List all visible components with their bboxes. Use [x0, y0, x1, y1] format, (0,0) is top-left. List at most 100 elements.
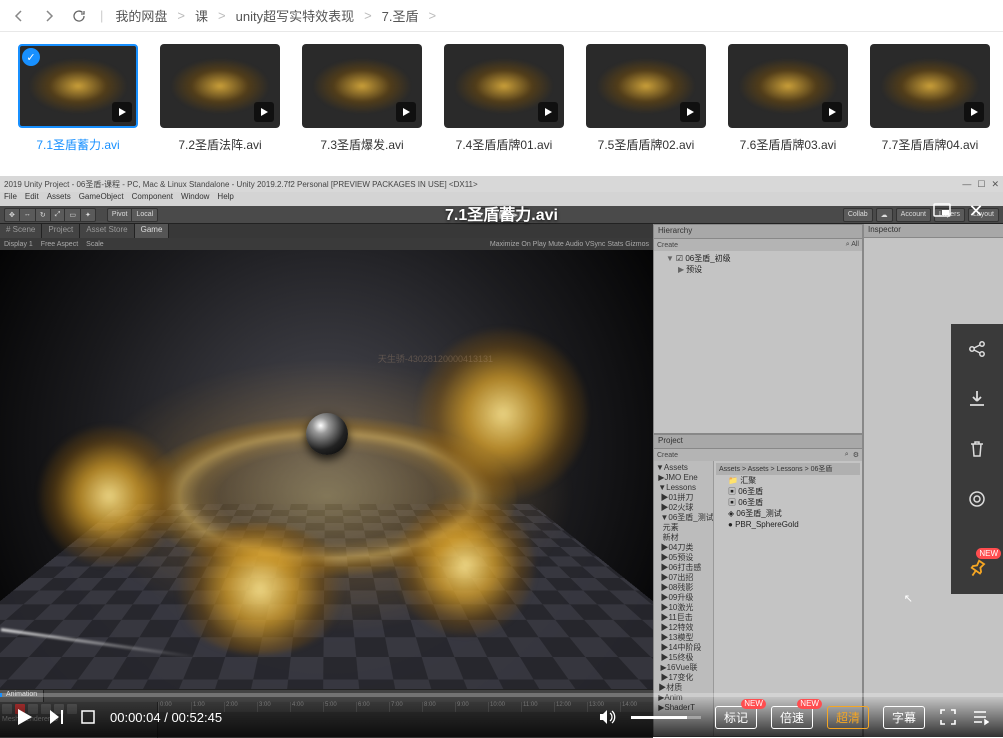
display-dropdown[interactable]: Display 1: [4, 241, 33, 248]
play-icon: [964, 102, 984, 122]
menu-component[interactable]: Component: [132, 192, 173, 206]
quality-button[interactable]: 超清: [827, 706, 869, 729]
thumbnail-label: 7.3圣盾爆发.avi: [302, 136, 422, 153]
play-icon: [538, 102, 558, 122]
collab-button[interactable]: Collab: [843, 208, 873, 222]
pivot-button[interactable]: Pivot: [107, 208, 132, 222]
mouse-cursor-icon: ↖: [904, 592, 913, 605]
aspect-dropdown[interactable]: Free Aspect: [41, 241, 78, 248]
thumbnail-5[interactable]: 7.6圣盾盾牌03.avi: [728, 44, 848, 153]
maximize-icon[interactable]: ☐: [977, 179, 985, 190]
thumbnail-2[interactable]: 7.3圣盾爆发.avi: [302, 44, 422, 153]
video-content: 2019 Unity Project - 06圣盾-课程 - PC, Mac &…: [0, 176, 1003, 737]
breadcrumb-item-0[interactable]: 课: [195, 6, 208, 25]
menu-assets[interactable]: Assets: [47, 192, 71, 206]
breadcrumb-item-1[interactable]: unity超写实特效表现: [236, 6, 354, 25]
account-button[interactable]: Account: [896, 208, 931, 222]
menu-help[interactable]: Help: [217, 192, 233, 206]
nav-refresh-button[interactable]: [70, 7, 88, 25]
gameview-options[interactable]: Maximize On Play Mute Audio VSync Stats …: [490, 241, 649, 248]
tab-project[interactable]: Project: [42, 224, 80, 238]
menu-gameobject[interactable]: GameObject: [79, 192, 124, 206]
thumbnail-6[interactable]: 7.7圣盾盾牌04.avi: [870, 44, 990, 153]
project-file[interactable]: ▣ 06圣盾: [716, 486, 860, 497]
minimize-icon[interactable]: —: [962, 179, 971, 190]
check-icon: ✓: [22, 48, 40, 66]
local-button[interactable]: Local: [131, 208, 158, 222]
share-button[interactable]: [951, 324, 1003, 374]
pip-button[interactable]: [929, 198, 955, 224]
subtitle-button[interactable]: 字幕: [883, 706, 925, 729]
new-badge: NEW: [976, 548, 1001, 559]
window-controls: — ☐ ✕: [962, 179, 999, 190]
play-icon: [396, 102, 416, 122]
rect-tool-button[interactable]: ▭: [64, 208, 80, 222]
create-dropdown[interactable]: Create: [657, 242, 678, 249]
project-file[interactable]: ▣ 06圣盾: [716, 497, 860, 508]
search-icon[interactable]: ⌕: [845, 451, 849, 459]
play-button[interactable]: [14, 707, 34, 727]
scene-row[interactable]: ▼☑ 06圣盾_初级: [656, 253, 860, 264]
rotate-tool-button[interactable]: ↻: [35, 208, 50, 222]
play-icon: [680, 102, 700, 122]
settings-button[interactable]: [951, 474, 1003, 524]
stop-button[interactable]: [80, 709, 96, 725]
delete-button[interactable]: [951, 424, 1003, 474]
hierarchy-tab[interactable]: Hierarchy: [654, 225, 862, 239]
nav-back-button[interactable]: [10, 7, 28, 25]
project-breadcrumb[interactable]: Assets > Assets > Lessons > 06圣盾: [716, 463, 860, 475]
move-tool-button[interactable]: ↔: [19, 208, 35, 222]
volume-button[interactable]: [597, 707, 617, 727]
download-button[interactable]: [951, 374, 1003, 424]
project-file[interactable]: ● PBR_SphereGold: [716, 519, 860, 530]
thumbnail-0[interactable]: ✓ 7.1圣盾蓄力.avi: [18, 44, 138, 153]
tab-game[interactable]: Game: [135, 224, 170, 238]
nav-separator: |: [100, 8, 103, 23]
breadcrumb-item-2[interactable]: 7.圣盾: [382, 6, 419, 25]
game-scene: 天生骄-43028120000413131: [0, 250, 653, 689]
tab-asset-store[interactable]: Asset Store: [80, 224, 134, 238]
fullscreen-button[interactable]: [939, 708, 957, 726]
thumbnail-3[interactable]: 7.4圣盾盾牌01.avi: [444, 44, 564, 153]
pin-button[interactable]: NEW: [951, 544, 1003, 594]
breadcrumb: 我的网盘 > 课 > unity超写实特效表现 > 7.圣盾 >: [115, 6, 436, 25]
tab-scene[interactable]: # Scene: [0, 224, 42, 238]
marker-button[interactable]: 标记NEW: [715, 706, 757, 729]
inspector-tab[interactable]: Inspector: [864, 224, 1003, 238]
scale-tool-button[interactable]: ⤢: [50, 208, 65, 222]
filter-icon[interactable]: ⚙: [853, 451, 859, 459]
thumbnail-label: 7.1圣盾蓄力.avi: [18, 136, 138, 153]
nav-forward-button[interactable]: [40, 7, 58, 25]
project-file[interactable]: ◈ 06圣盾_测试: [716, 508, 860, 519]
transform-tool-button[interactable]: ✦: [80, 208, 96, 222]
next-button[interactable]: [48, 708, 66, 726]
hand-tool-button[interactable]: ✥: [4, 208, 19, 222]
menu-edit[interactable]: Edit: [25, 192, 39, 206]
menu-file[interactable]: File: [4, 192, 17, 206]
project-file[interactable]: 📁 汇聚: [716, 475, 860, 486]
thumbnail-label: 7.6圣盾盾牌03.avi: [728, 136, 848, 153]
menu-window[interactable]: Window: [181, 192, 209, 206]
create-dropdown[interactable]: Create: [657, 452, 678, 459]
hierarchy-item[interactable]: ▶预设: [656, 264, 826, 434]
play-icon: [112, 102, 132, 122]
play-icon: [254, 102, 274, 122]
close-player-button[interactable]: ✕: [963, 198, 989, 224]
game-view: Display 1 Free Aspect Scale Maximize On …: [0, 238, 653, 689]
video-player: 2019 Unity Project - 06圣盾-课程 - PC, Mac &…: [0, 176, 1003, 737]
time-display: 00:00:04 / 00:52:45: [110, 710, 222, 725]
thumbnail-label: 7.5圣盾盾牌02.avi: [586, 136, 706, 153]
playlist-button[interactable]: [971, 708, 989, 726]
thumbnail-label: 7.4圣盾盾牌01.avi: [444, 136, 564, 153]
breadcrumb-root[interactable]: 我的网盘: [115, 6, 167, 25]
speed-button[interactable]: 倍速NEW: [771, 706, 813, 729]
cloud-icon[interactable]: ☁: [876, 208, 893, 222]
close-icon[interactable]: ✕: [991, 179, 999, 190]
play-icon: [822, 102, 842, 122]
search-icon[interactable]: ⌕ All: [846, 241, 859, 249]
thumbnail-4[interactable]: 7.5圣盾盾牌02.avi: [586, 44, 706, 153]
thumbnail-1[interactable]: 7.2圣盾法阵.avi: [160, 44, 280, 153]
unity-title: 2019 Unity Project - 06圣盾-课程 - PC, Mac &…: [4, 179, 478, 190]
volume-slider[interactable]: [631, 716, 701, 719]
project-tab[interactable]: Project: [654, 435, 862, 449]
